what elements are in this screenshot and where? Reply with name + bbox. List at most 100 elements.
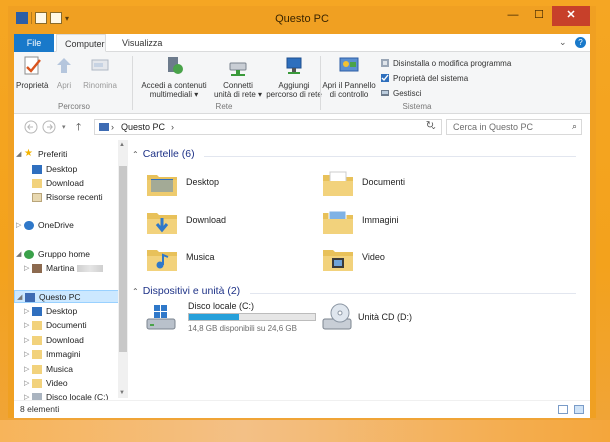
collapse-icon[interactable]: ◢ [16, 248, 21, 261]
forward-button[interactable] [42, 120, 56, 137]
maximize-button[interactable]: ☐ [526, 6, 552, 26]
explorer-window: ▾ Questo PC — ☐ ✕ File Computer Visualiz… [8, 6, 596, 418]
expand-icon[interactable]: ▷ [16, 219, 21, 232]
folder-pictures[interactable]: Immagini [318, 204, 488, 240]
media-access-button[interactable]: Accedi a contenuti multimediali ▾ [134, 55, 214, 99]
refresh-button[interactable]: ↻ [422, 120, 438, 134]
expand-icon[interactable]: ▷ [24, 363, 29, 376]
nav-item-label: Risorse recenti [46, 192, 103, 202]
map-drive-button[interactable]: Connetti unità di rete ▾ [210, 55, 266, 99]
windows-drive-icon [146, 305, 176, 330]
folders-section-header[interactable]: ⌃ Cartelle (6) [132, 148, 195, 160]
nav-item-homegroup[interactable]: ◢ Gruppo home [14, 248, 124, 261]
homegroup-icon [24, 250, 34, 259]
section-collapse-icon[interactable]: ⌃ [132, 287, 139, 296]
scroll-up-icon[interactable]: ▲ [119, 142, 125, 148]
expand-icon[interactable]: ▷ [24, 348, 29, 361]
ribbon-collapse-icon[interactable]: ⌄ [559, 37, 567, 47]
open-button[interactable]: Apri [52, 55, 76, 90]
back-button[interactable] [24, 120, 38, 137]
folder-music[interactable]: Musica [142, 241, 312, 277]
nav-item-label: Download [46, 335, 84, 345]
rename-button[interactable]: Rinomina [80, 55, 120, 90]
address-chevron-icon[interactable]: › [111, 122, 114, 132]
address-bar[interactable]: › Questo PC › ⌄ [94, 119, 442, 135]
close-button[interactable]: ✕ [552, 6, 590, 26]
nav-item-label: Desktop [46, 306, 78, 316]
control-panel-icon [339, 57, 359, 72]
large-icons-view-icon[interactable] [574, 405, 584, 414]
nav-item-documents[interactable]: ▷ Documenti [14, 319, 124, 332]
collapse-icon[interactable]: ◢ [17, 291, 22, 304]
system-properties-label: Proprietà del sistema [393, 73, 469, 83]
desktop-icon [32, 165, 42, 174]
nav-item-user[interactable]: ▷ Martina [14, 262, 124, 275]
folder-documents[interactable]: Documenti [318, 166, 488, 202]
search-input[interactable]: Cerca in Questo PC ⌕ [446, 119, 582, 135]
nav-item-music[interactable]: ▷ Musica [14, 363, 124, 376]
drives-section-header[interactable]: ⌃ Dispositivi e unità (2) [132, 285, 240, 297]
map-network-drive-icon [229, 62, 247, 76]
up-button[interactable]: 🡑 [76, 120, 81, 137]
control-panel-button[interactable]: Apri il Pannello di controllo [320, 55, 378, 99]
window-controls: — ☐ ✕ [500, 6, 590, 26]
add-network-location-button[interactable]: Aggiungi percorso di rete [262, 55, 326, 99]
scrollbar-thumb[interactable] [119, 166, 127, 352]
drive-local-c[interactable]: Disco locale (C:) 14,8 GB disponibili su… [146, 300, 316, 338]
folder-video[interactable]: Video [318, 241, 488, 277]
nav-item-local-disk[interactable]: ▷ Disco locale (C:) [14, 391, 124, 400]
ribbon: Proprietà Apri Rinomina Percorso Accedi … [14, 52, 590, 114]
expand-icon[interactable]: ▷ [24, 377, 29, 390]
address-chevron-icon[interactable]: › [171, 122, 174, 132]
nav-scrollbar[interactable]: ▲ ▼ [118, 140, 128, 398]
recent-locations-button[interactable]: ▾ [62, 123, 66, 131]
uninstall-program-link[interactable]: Disinstalla o modifica programma [380, 58, 511, 68]
nav-item-video[interactable]: ▷ Video [14, 377, 124, 390]
scroll-down-icon[interactable]: ▼ [119, 390, 125, 396]
folder-download[interactable]: Download [142, 204, 312, 240]
expand-icon[interactable]: ▷ [24, 319, 29, 332]
nav-item-desktop[interactable]: ▷ Desktop [14, 305, 124, 318]
add-network-location-label-2: percorso di rete [266, 90, 322, 99]
collapse-icon[interactable]: ◢ [16, 148, 21, 161]
details-view-icon[interactable] [558, 405, 568, 414]
drive-usage-bar [188, 313, 316, 321]
folder-desktop[interactable]: Desktop [142, 166, 312, 202]
manage-link[interactable]: Gestisci [380, 88, 421, 98]
help-icon[interactable]: ? [575, 37, 586, 48]
nav-item-onedrive[interactable]: ▷ OneDrive [14, 219, 124, 232]
search-placeholder: Cerca in Questo PC [453, 122, 534, 132]
section-divider [250, 293, 576, 294]
folder-label: Documenti [362, 177, 406, 187]
expand-icon[interactable]: ▷ [24, 334, 29, 347]
section-collapse-icon[interactable]: ⌃ [132, 150, 139, 159]
folder-label: Musica [186, 252, 215, 262]
properties-button[interactable]: Proprietà [16, 55, 48, 90]
system-properties-link[interactable]: Proprietà del sistema [380, 73, 468, 83]
nav-item-desktop-fav[interactable]: Desktop [14, 163, 124, 176]
expand-icon[interactable]: ▷ [24, 262, 29, 275]
folder-label: Video [362, 252, 385, 262]
tab-computer[interactable]: Computer [56, 34, 106, 52]
pictures-icon [32, 350, 42, 359]
nav-item-downloads[interactable]: ▷ Download [14, 334, 124, 347]
item-count: 8 elementi [20, 404, 60, 414]
nav-item-pictures[interactable]: ▷ Immagini [14, 348, 124, 361]
tab-view[interactable]: Visualizza [114, 34, 170, 52]
content-pane: ⌃ Cartelle (6) Desktop Documenti Downloa… [132, 138, 582, 400]
nav-item-label: Documenti [46, 320, 87, 330]
drives-header-label: Dispositivi e unità (2) [142, 285, 241, 297]
search-icon[interactable]: ⌕ [572, 121, 577, 132]
nav-item-favorites[interactable]: ◢ ★ Preferiti [14, 148, 124, 161]
tab-file[interactable]: File [14, 34, 54, 52]
star-icon: ★ [24, 148, 33, 159]
nav-item-recent[interactable]: Risorse recenti [14, 191, 124, 204]
expand-icon[interactable]: ▷ [24, 391, 29, 400]
nav-item-this-pc[interactable]: ◢ Questo PC [14, 290, 124, 303]
expand-icon[interactable]: ▷ [24, 305, 29, 318]
nav-item-download-fav[interactable]: Download [14, 177, 124, 190]
minimize-button[interactable]: — [500, 6, 526, 26]
add-network-location-icon [286, 57, 302, 74]
group-label-rete: Rete [215, 102, 233, 111]
drive-cd-d[interactable]: Unità CD (D:) [322, 300, 442, 338]
